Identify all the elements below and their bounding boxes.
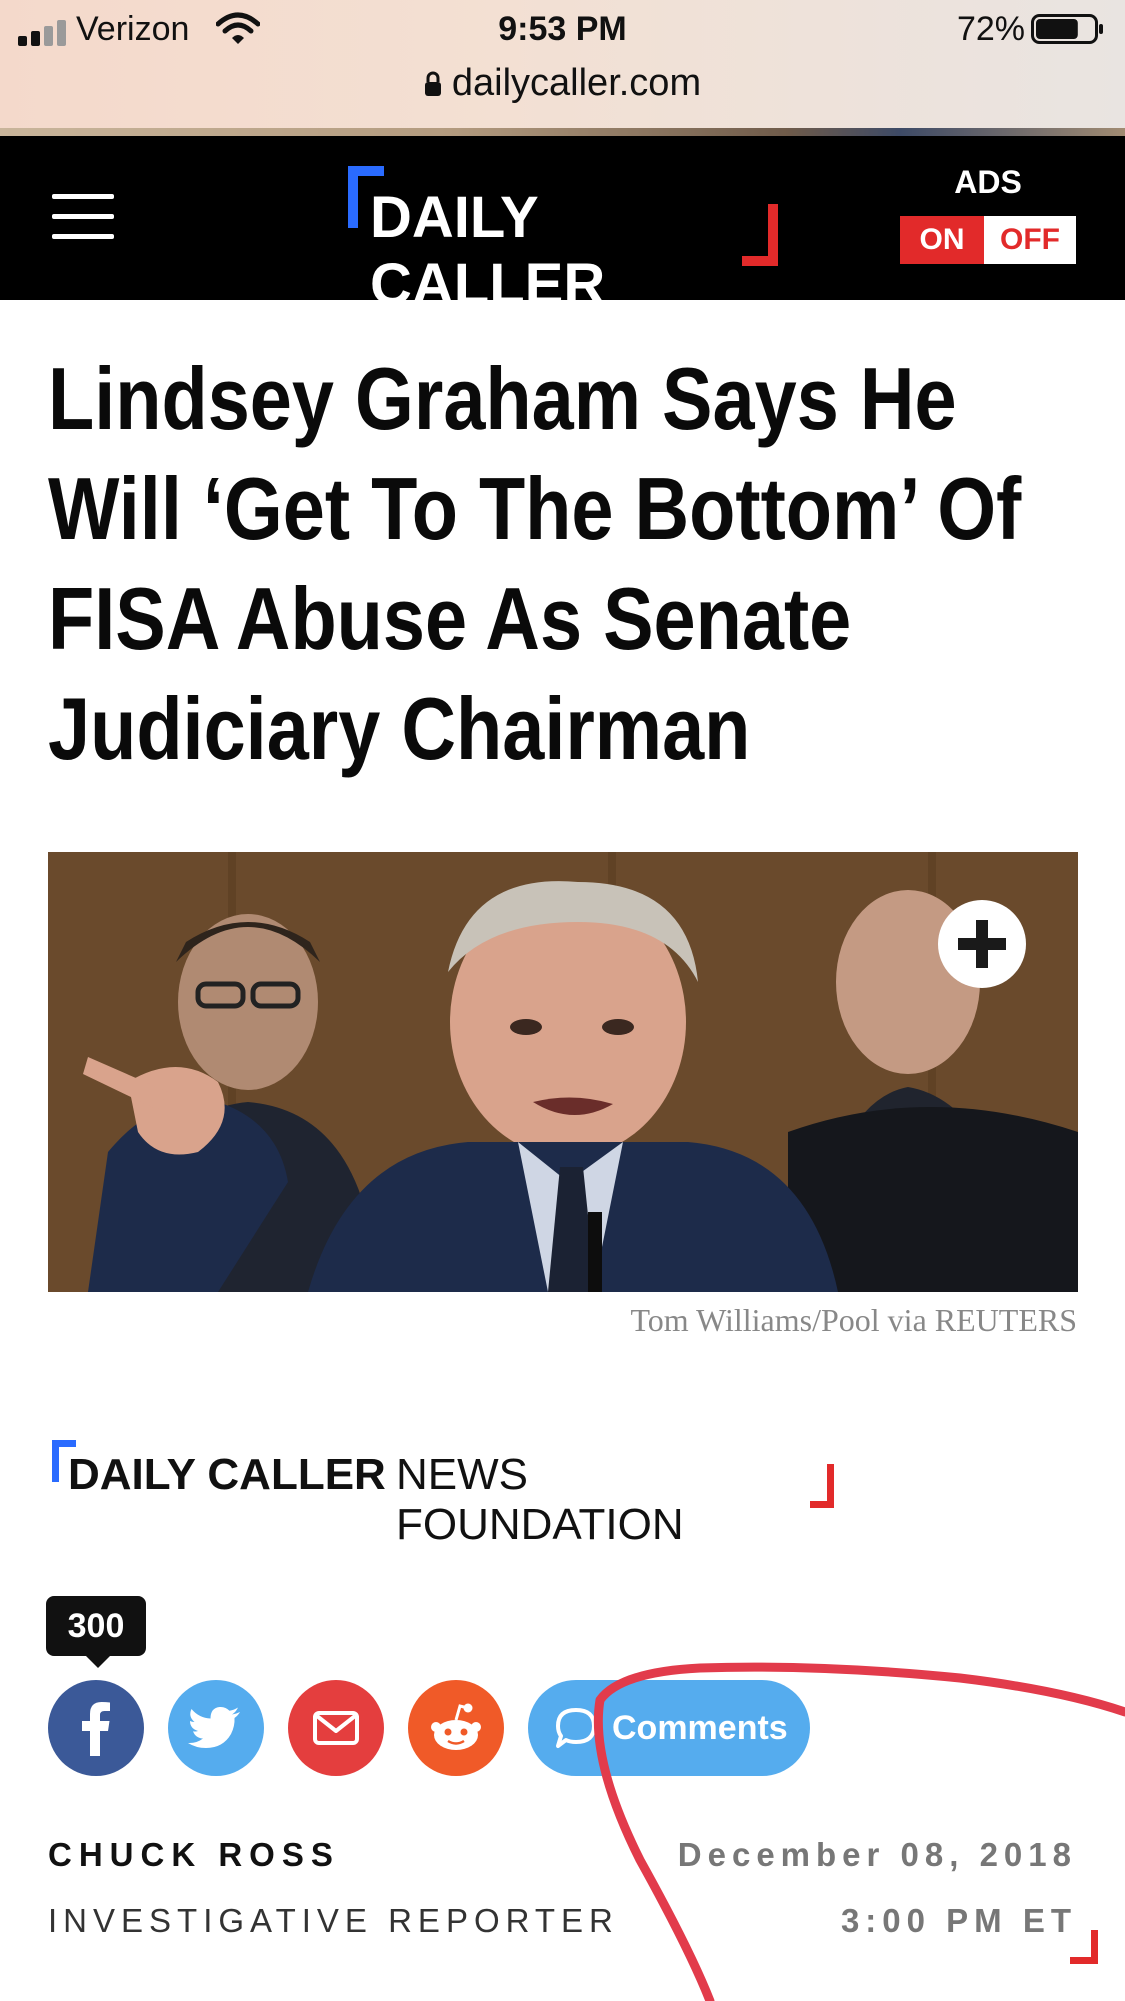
email-share-button[interactable] — [288, 1680, 384, 1776]
author-name[interactable]: CHUCK ROSS — [48, 1836, 340, 1874]
comments-label: Comments — [612, 1709, 788, 1747]
twitter-share-button[interactable] — [168, 1680, 264, 1776]
battery-icon — [1031, 14, 1103, 44]
author-title: INVESTIGATIVE REPORTER — [48, 1902, 619, 1939]
battery-percentage: 72% — [956, 10, 1025, 48]
hamburger-menu-icon[interactable] — [52, 194, 114, 240]
ads-label: ADS — [954, 164, 1022, 200]
ads-toggle[interactable]: ON OFF — [900, 216, 1076, 264]
article-headline: Lindsey Graham Says He Will ‘Get To The … — [48, 349, 1022, 778]
red-corner-mark — [1070, 1930, 1098, 1964]
facebook-share-button[interactable] — [48, 1680, 144, 1776]
photo-credit: Tom Williams/Pool via REUTERS — [630, 1302, 1077, 1338]
ads-off-button[interactable]: OFF — [984, 216, 1076, 264]
news-foundation-logo[interactable]: DAILY CALLER NEWS FOUNDATION — [52, 1440, 834, 1549]
site-header: DAILY CALLER ADS ON OFF — [0, 136, 1125, 317]
article-photo[interactable] — [48, 852, 1078, 1292]
expand-plus-icon[interactable] — [938, 900, 1026, 988]
share-count-badge: 300 — [46, 1596, 146, 1668]
reddit-share-button[interactable] — [408, 1680, 504, 1776]
logo-red-bracket — [742, 204, 778, 266]
site-logo[interactable]: DAILY CALLER — [348, 166, 778, 317]
ads-on-button[interactable]: ON — [900, 216, 984, 264]
foundation-logo-light: NEWS FOUNDATION — [396, 1450, 684, 1549]
publish-time: 3:00 PM ET — [840, 1902, 1077, 1939]
url-text: dailycaller.com — [451, 62, 702, 104]
facebook-icon — [82, 1702, 110, 1756]
foundation-red-bracket — [810, 1464, 834, 1508]
lock-icon — [424, 71, 441, 96]
reddit-icon — [431, 1703, 481, 1750]
logo-text: DAILY CALLER — [370, 185, 606, 317]
photo-illustration — [48, 852, 1078, 1292]
url-bar[interactable]: dailycaller.com — [0, 62, 1125, 105]
status-bar: Verizon 9:53 PM 72% dailycaller.com — [0, 0, 1125, 132]
twitter-icon — [188, 1706, 240, 1748]
comments-button[interactable]: Comments — [528, 1680, 810, 1776]
comment-bubble-icon — [556, 1708, 596, 1748]
publish-date: December 08, 2018 — [677, 1836, 1077, 1873]
mail-icon — [313, 1711, 359, 1745]
header-photo-strip — [0, 128, 1125, 136]
foundation-logo-bold: DAILY CALLER — [68, 1450, 386, 1499]
